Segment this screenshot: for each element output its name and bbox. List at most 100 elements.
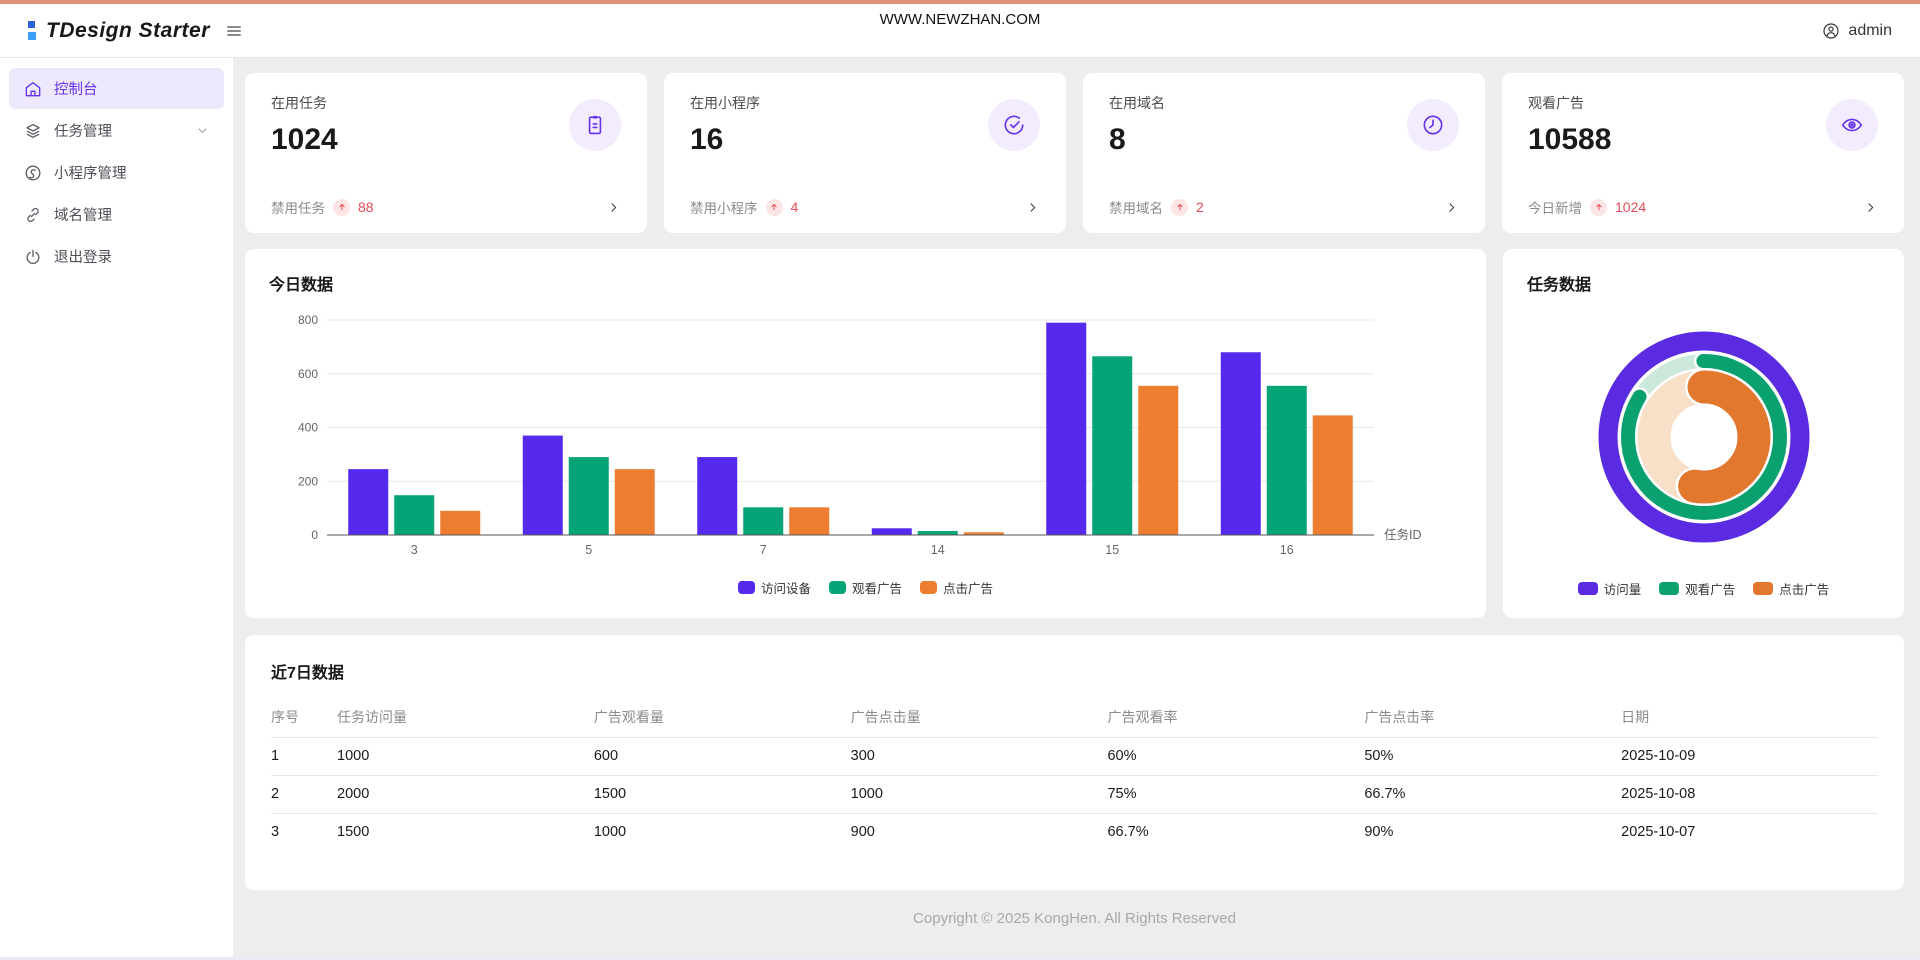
stat-card-footer: 禁用域名 2 [1109, 197, 1459, 217]
bar-chart: 0200400600800357141516任务ID [269, 295, 1462, 578]
miniprogram-icon [23, 163, 43, 183]
sidebar-item-logout[interactable]: 退出登录 [9, 236, 224, 277]
stat-card-tasks: 在用任务1024禁用任务88 [245, 73, 647, 233]
table-row: 1100060030060%50%2025-10-09 [271, 737, 1878, 775]
table-cell: 66.7% [1364, 775, 1621, 813]
donut-chart-title: 任务数据 [1527, 271, 1880, 295]
stat-card-domains: 在用域名8禁用域名2 [1083, 73, 1485, 233]
stat-card-sub-label: 禁用任务 [271, 197, 325, 217]
stat-card-sub-value: 88 [358, 199, 374, 215]
legend-item[interactable]: 访问量 [1578, 579, 1642, 598]
table-column-header: 广告观看率 [1107, 697, 1364, 737]
legend-label: 访问量 [1604, 579, 1642, 598]
bar-chart-title: 今日数据 [269, 271, 1462, 295]
stat-card-sub-label: 禁用小程序 [690, 197, 758, 217]
svg-text:16: 16 [1280, 543, 1294, 557]
svg-text:任务ID: 任务ID [1384, 527, 1422, 542]
table-cell: 2025-10-07 [1621, 813, 1878, 851]
sidebar-item-label: 域名管理 [54, 204, 112, 225]
table-cell: 60% [1107, 737, 1364, 775]
sidebar-item-label: 小程序管理 [54, 162, 127, 183]
table-column-header: 广告观看量 [594, 697, 851, 737]
stat-card-footer: 禁用小程序4 [690, 197, 1040, 217]
weekly-data-table: 序号任务访问量广告观看量广告点击量广告观看率广告点击率日期11000600300… [271, 697, 1878, 851]
legend-swatch [738, 581, 755, 594]
table-cell: 2000 [337, 775, 594, 813]
arrow-up-icon [333, 199, 350, 216]
legend-item[interactable]: 点击广告 [1753, 579, 1829, 598]
bar-chart-legend: 访问设备观看广告点击广告 [269, 578, 1462, 597]
table-cell: 1000 [594, 813, 851, 851]
table-column-header: 序号 [271, 697, 337, 737]
table-cell: 900 [851, 813, 1108, 851]
table-cell: 3 [271, 813, 337, 851]
arrow-up-icon [1171, 199, 1188, 216]
chevron-right-icon[interactable] [1025, 200, 1040, 215]
legend-label: 观看广告 [1685, 579, 1735, 598]
stat-cards-row: 在用任务1024禁用任务88在用小程序16禁用小程序4在用域名8禁用域名2观看广… [245, 73, 1904, 233]
chevron-right-icon[interactable] [1444, 200, 1459, 215]
table-cell: 2025-10-08 [1621, 775, 1878, 813]
stat-card-sub-value: 1024 [1615, 199, 1646, 215]
table-column-header: 广告点击率 [1364, 697, 1621, 737]
sidebar-item-miniprogram-management[interactable]: 小程序管理 [9, 152, 224, 193]
donut-chart-legend: 访问量 观看广告 点击广告 [1527, 579, 1880, 618]
table-cell: 66.7% [1107, 813, 1364, 851]
svg-text:7: 7 [760, 543, 767, 557]
stat-card-footer: 今日新增1024 [1528, 197, 1878, 217]
table-column-header: 日期 [1621, 697, 1878, 737]
task-data-chart-card: 任务数据 访问量 观看广告 点击广告 [1503, 249, 1904, 618]
legend-swatch [1659, 582, 1679, 595]
stat-card-sub-value: 2 [1196, 199, 1204, 215]
sidebar-item-task-management[interactable]: 任务管理 [9, 110, 224, 151]
charts-row: 今日数据 0200400600800357141516任务ID 访问设备观看广告… [245, 249, 1904, 618]
sidebar-item-label: 控制台 [54, 78, 98, 99]
stat-card-footer: 禁用任务 88 [271, 197, 621, 217]
stat-card-ads: 观看广告10588今日新增1024 [1502, 73, 1904, 233]
stat-card-title: 在用小程序 [690, 93, 1040, 113]
donut-chart [1527, 295, 1880, 579]
table-cell: 50% [1364, 737, 1621, 775]
layers-icon [23, 121, 43, 141]
stat-card-title: 在用任务 [271, 93, 621, 113]
legend-label: 点击广告 [1779, 579, 1829, 598]
legend-item[interactable]: 观看广告 [829, 578, 902, 597]
table-cell: 300 [851, 737, 1108, 775]
sidebar-item-label: 退出登录 [54, 246, 112, 267]
table-column-header: 任务访问量 [337, 697, 594, 737]
table-header-row: 序号任务访问量广告观看量广告点击量广告观看率广告点击率日期 [271, 697, 1878, 737]
arrow-up-icon [766, 199, 783, 216]
chevron-right-icon[interactable] [606, 200, 621, 215]
clock-icon [1407, 99, 1459, 151]
copyright-text: Copyright © 2025 KongHen. All Rights Res… [245, 910, 1904, 927]
table-cell: 1000 [337, 737, 594, 775]
legend-swatch [1753, 582, 1773, 595]
clipboard-icon [569, 99, 621, 151]
legend-item[interactable]: 观看广告 [1659, 579, 1735, 598]
sidebar: 控制台任务管理小程序管理域名管理退出登录 [0, 58, 233, 957]
stat-card-title: 观看广告 [1528, 93, 1878, 113]
legend-item[interactable]: 访问设备 [738, 578, 811, 597]
legend-swatch [829, 581, 846, 594]
legend-item[interactable]: 点击广告 [920, 578, 993, 597]
svg-text:3: 3 [411, 543, 418, 557]
table-cell: 2 [271, 775, 337, 813]
svg-text:5: 5 [585, 543, 592, 557]
eye-icon [1826, 99, 1878, 151]
chevron-right-icon[interactable] [1863, 200, 1878, 215]
table-cell: 90% [1364, 813, 1621, 851]
site-url-text: WWW.NEWZHAN.COM [0, 11, 1920, 28]
table-cell: 600 [594, 737, 851, 775]
table-cell: 75% [1107, 775, 1364, 813]
legend-swatch [1578, 582, 1598, 595]
stat-card-miniprograms: 在用小程序16禁用小程序4 [664, 73, 1066, 233]
stat-card-sub-label: 禁用域名 [1109, 197, 1163, 217]
power-icon [23, 247, 43, 267]
svg-text:200: 200 [298, 474, 318, 488]
sidebar-item-domain-management[interactable]: 域名管理 [9, 194, 224, 235]
sidebar-item-console[interactable]: 控制台 [9, 68, 224, 109]
table-title: 近7日数据 [271, 659, 1878, 683]
table-row: 31500100090066.7%90%2025-10-07 [271, 813, 1878, 851]
link-icon [23, 205, 43, 225]
table-cell: 2025-10-09 [1621, 737, 1878, 775]
